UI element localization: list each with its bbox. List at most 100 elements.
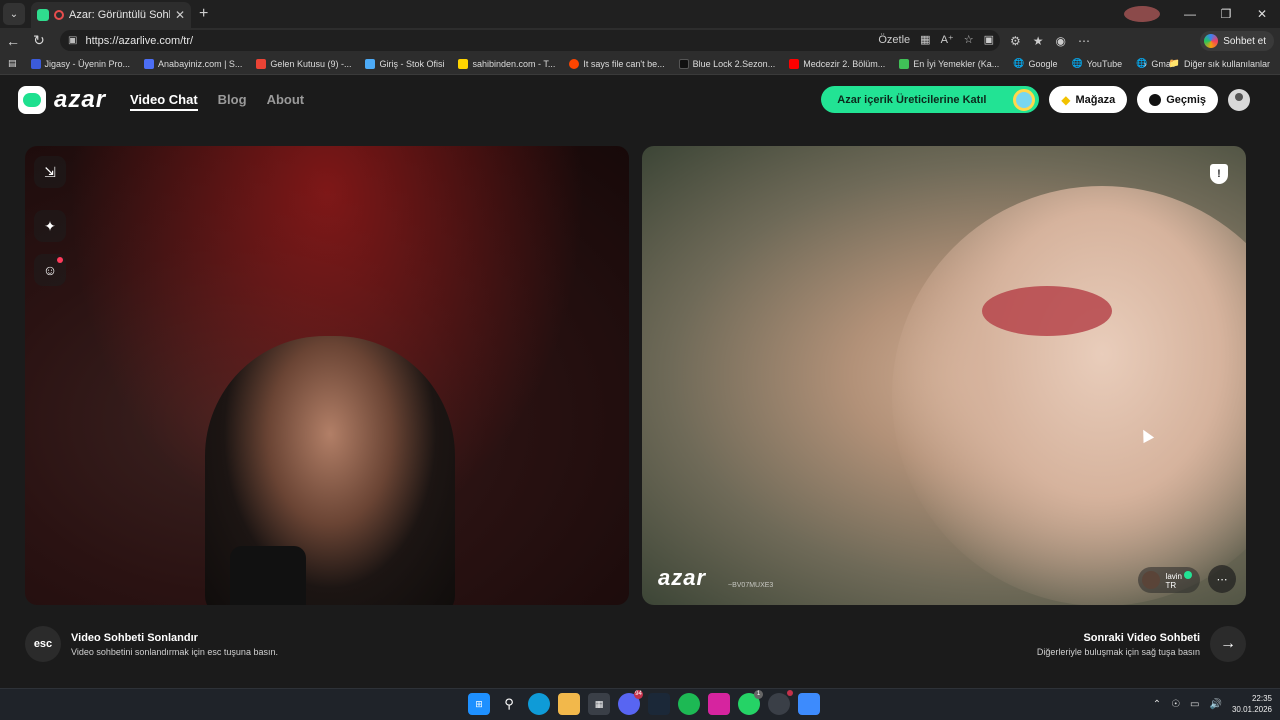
peer-info[interactable]: lavin TR [1137,567,1200,593]
next-chat-hint[interactable]: Sonraki Video Sohbeti Diğerleriyle buluş… [1037,626,1246,662]
magic-effects-icon[interactable]: ✦ [34,210,66,242]
file-explorer-icon[interactable] [558,693,580,715]
face-filter-icon[interactable]: ☺ [34,254,66,286]
edge-icon[interactable] [528,693,550,715]
bookmark-item[interactable]: Jigasy - Üyenin Pro... [30,58,130,69]
close-window-icon[interactable]: ✕ [1244,7,1280,21]
camera-icon[interactable]: ▣ [984,33,994,46]
bookmark-favicon-icon [365,58,376,69]
instagram-icon[interactable] [708,693,730,715]
profile-avatar[interactable] [1124,6,1160,22]
favorites-icon[interactable]: ★ [1033,34,1044,48]
whatsapp-icon[interactable]: 1 [738,690,763,715]
esc-key-button[interactable]: esc [25,626,61,662]
back-icon[interactable]: ← [0,33,26,49]
tab-close-icon[interactable]: ✕ [175,8,185,22]
app-icon[interactable] [798,693,820,715]
discord-icon[interactable]: 94 [618,690,643,715]
gmail-favicon-icon [256,58,267,69]
globe-icon: 🌐 [1071,58,1083,68]
restore-icon[interactable]: ❐ [1208,7,1244,21]
microphone-image [230,546,306,605]
steam-icon[interactable] [648,693,670,715]
favorite-star-icon[interactable]: ☆ [964,33,974,46]
chevron-right-icon[interactable]: › [1144,59,1147,69]
copilot-icon [1204,34,1219,48]
minimize-video-icon[interactable]: ⇲ [34,156,66,188]
chevron-up-icon[interactable]: ⌃ [1153,699,1161,710]
copilot-label: Sohbet et [1223,35,1266,47]
network-icon[interactable]: ▭ [1190,699,1199,710]
bookmark-item[interactable]: It says file can't be... [569,58,665,69]
clock[interactable]: 22:35 30.01.2026 [1232,693,1272,715]
bookmark-favicon-icon [678,58,689,69]
read-aloud-icon[interactable]: A⁺ [941,33,954,46]
bookmark-item[interactable]: Anabayiniz.com | S... [144,58,242,69]
address-toolbar: ← ↻ ▣ https://azarlive.com/tr/ Özetle ▦ … [0,28,1280,53]
history-label: Geçmiş [1166,93,1206,106]
app-icon[interactable] [768,690,793,715]
more-menu-icon[interactable]: ⋯ [1078,34,1090,48]
grid-icon[interactable]: ▦ [920,33,930,46]
end-chat-title: Video Sohbeti Sonlandır [71,631,198,644]
bookmark-item[interactable]: 🌐 YouTube [1072,58,1123,69]
bookmark-item[interactable]: Blue Lock 2.Sezon... [678,58,775,69]
bookmark-favicon-icon [899,58,910,69]
nav-about[interactable]: About [267,92,305,111]
bookmark-item[interactable]: Giriş - Stok Ofisi [365,58,444,69]
nav-video-chat[interactable]: Video Chat [130,92,198,111]
browser-tab-active[interactable]: Azar: Görüntülü Sohbet & Ye ✕ [31,2,191,28]
bookmark-item[interactable]: Medcezir 2. Bölüm... [789,58,885,69]
bookmark-item[interactable]: 🌐 Google [1013,58,1057,69]
site-info-icon[interactable]: ▣ [68,35,77,46]
windows-start-icon[interactable]: ⊞ [468,693,490,715]
report-shield-icon[interactable]: ! [1210,164,1228,184]
next-chat-subtitle: Diğerleriyle buluşmak için sağ tuşa bası… [1036,646,1200,657]
azar-logo[interactable]: azar [18,86,106,114]
user-profile-icon[interactable] [1228,88,1250,111]
notification-dot [57,257,63,263]
store-icon[interactable]: ▦ [588,693,610,715]
summarize-label[interactable]: Özetle [878,34,910,46]
address-bar[interactable]: ▣ https://azarlive.com/tr/ Özetle ▦ A⁺ ☆… [60,30,1000,51]
minimize-icon[interactable]: — [1172,7,1208,21]
spotify-icon[interactable] [678,693,700,715]
search-icon[interactable]: ⚲ [498,693,520,715]
discord-badge: 94 [634,690,643,699]
history-button[interactable]: Geçmiş [1137,86,1218,113]
copilot-button[interactable]: Sohbet et [1200,31,1274,51]
reading-mode-icon[interactable]: ▤ [8,58,17,69]
chat-bubble-icon[interactable]: ⋯ [1208,565,1236,593]
gem-icon: ◆ [1061,92,1071,107]
other-bookmarks-label: Diğer sık kullanılanlar [1183,58,1270,69]
end-chat-hint[interactable]: esc Video Sohbeti Sonlandır Video sohbet… [25,626,278,662]
microphone-icon[interactable]: ☉ [1171,699,1180,710]
main-nav: Video Chat Blog About [130,92,304,111]
bookmark-item[interactable]: Gelen Kutusu (9) -... [256,58,351,69]
nav-blog[interactable]: Blog [218,92,247,111]
bookmark-item[interactable]: En İyi Yemekler (Ka... [899,58,999,69]
volume-icon[interactable]: 🔊 [1210,699,1222,710]
refresh-icon[interactable]: ↻ [26,32,52,49]
next-arrow-icon[interactable]: → [1210,626,1246,662]
peer-country: TR [1165,580,1177,590]
azar-watermark: azar [658,565,707,590]
extensions-icon[interactable]: ⚙ [1010,34,1021,48]
shop-label: Mağaza [1075,93,1116,106]
bookmark-item[interactable]: sahibinden.com - T... [458,58,555,69]
other-bookmarks[interactable]: › 📁 Diğer sık kullanılanlar [1144,58,1270,69]
next-chat-title: Sonraki Video Sohbeti [1083,631,1200,644]
new-tab-icon[interactable]: + [199,5,208,23]
azar-page: azar Video Chat Blog About Azar içerik Ü… [0,76,1280,688]
peer-name: lavin [1165,571,1182,581]
tab-actions-menu-icon[interactable]: ⌄ [3,3,25,25]
clock-date: 30.01.2026 [1231,705,1272,714]
shop-button[interactable]: ◆ Mağaza [1049,86,1128,113]
end-chat-subtitle: Video sohbetini sonlandırmak için esc tu… [71,646,278,657]
profile-icon[interactable]: ◉ [1056,34,1066,48]
bookmark-favicon-icon [144,58,155,69]
tab-favicon-icon [37,9,49,21]
bookmark-favicon-icon [458,58,469,69]
creators-cta-button[interactable]: Azar içerik Üreticilerine Katıl [821,86,1040,113]
creators-cta-label: Azar içerik Üreticilerine Katıl [837,93,987,106]
